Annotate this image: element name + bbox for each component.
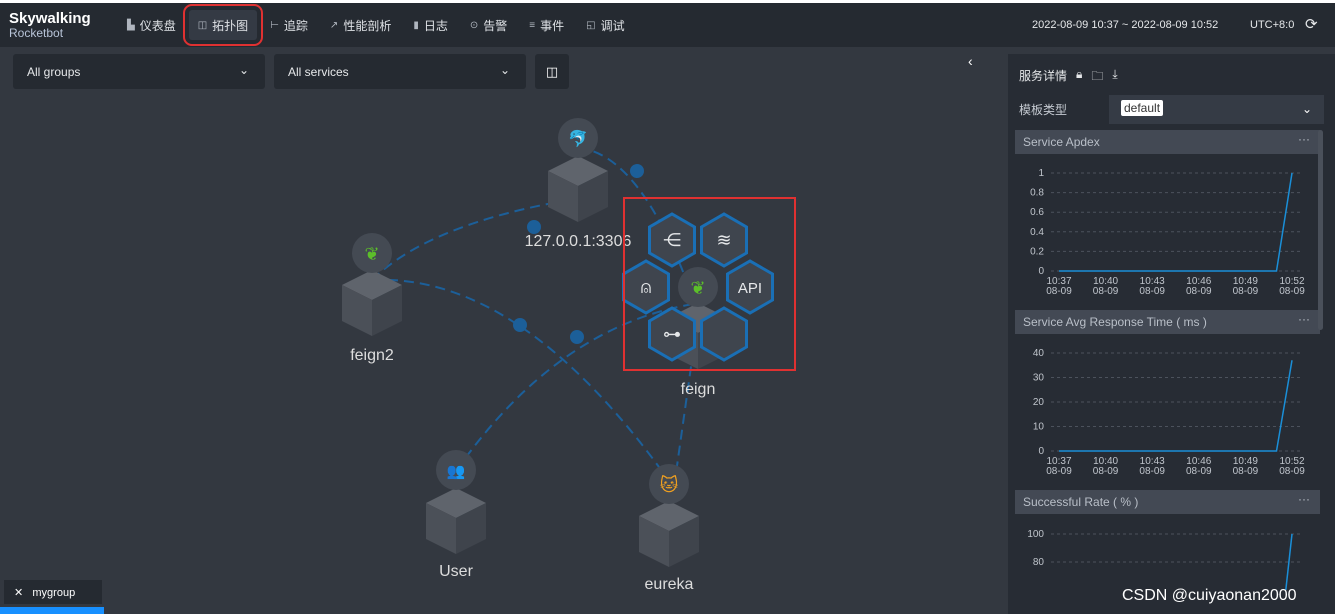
timezone[interactable]: UTC+8:0 <box>1250 19 1294 31</box>
group-tag[interactable]: ✕ mygroup <box>4 580 102 604</box>
y-tick-label: 20 <box>1033 397 1045 408</box>
y-tick-label: 0.6 <box>1030 207 1044 218</box>
edge-point[interactable] <box>513 318 527 332</box>
x-tick-label: 08-09 <box>1233 466 1259 477</box>
x-tick-label: 08-09 <box>1093 466 1119 477</box>
topology-graph[interactable]: 🐬 127.0.0.1:3306 ❦ feign2 feign 👥 User 🐱 eur… <box>0 3 1000 614</box>
x-tick-label: 08-09 <box>1186 466 1212 477</box>
node-eureka[interactable]: 🐱 eureka <box>639 464 699 593</box>
chart-header: Service Avg Response Time ( ms ) ··· <box>1015 310 1320 334</box>
chart-header: Service Apdex ··· <box>1015 130 1320 154</box>
y-tick-label: 30 <box>1033 373 1045 384</box>
close-icon[interactable]: ✕ <box>14 587 23 599</box>
y-tick-label: 100 <box>1027 529 1044 540</box>
template-value: default <box>1121 100 1164 116</box>
x-tick-label: 08-09 <box>1046 286 1072 297</box>
chart-title: Service Avg Response Time ( ms ) <box>1023 315 1207 329</box>
series-line <box>1059 360 1293 452</box>
chevron-down-icon: ⌄ <box>1301 102 1312 116</box>
refresh-icon[interactable]: ⟳ <box>1305 15 1318 33</box>
x-tick-label: 08-09 <box>1139 466 1165 477</box>
y-tick-label: 40 <box>1033 348 1045 359</box>
watermark: CSDN @cuiyaonan2000 <box>1122 587 1297 604</box>
edge-point[interactable] <box>570 330 584 344</box>
more-icon[interactable]: ··· <box>1298 312 1310 326</box>
edge-point[interactable] <box>630 164 644 178</box>
y-tick-label: 0 <box>1038 446 1044 457</box>
x-tick-label: 08-09 <box>1046 466 1072 477</box>
x-tick-label: 08-09 <box>1233 286 1259 297</box>
service-detail-panel: 服务详情 🔒︎ 🗀 ⤓ 模板类型 default ⌄ Service Apdex ··· 0… <box>1008 54 1335 614</box>
highlight-box <box>623 197 796 371</box>
node-mysql[interactable]: 🐬 127.0.0.1:3306 <box>525 118 632 250</box>
node-user[interactable]: 👥 User <box>426 450 486 580</box>
node-feign2[interactable]: ❦ feign2 <box>342 233 402 364</box>
x-tick-label: 08-09 <box>1186 286 1212 297</box>
chart-title: Successful Rate ( % ) <box>1023 495 1139 509</box>
series-line <box>1059 172 1293 272</box>
node-label: feign2 <box>350 347 394 364</box>
more-icon[interactable]: ··· <box>1298 132 1310 146</box>
app: Skywalking Rocketbot ▙ 仪表盘 ◫ 拓扑图 ⊢ 追踪 ↗ 性能剖析 ▮ 日志 ⊙… <box>0 3 1335 614</box>
panel-title: 服务详情 <box>1019 69 1068 83</box>
x-tick-label: 08-09 <box>1279 286 1305 297</box>
line-chart: 01020304010:3708-0910:4008-0910:4308-091… <box>1033 348 1305 477</box>
y-tick-label: 10 <box>1033 422 1045 433</box>
edge-point[interactable] <box>527 220 541 234</box>
group-bar <box>0 607 104 614</box>
group-tag-label: mygroup <box>32 587 76 599</box>
template-select[interactable]: default ⌄ <box>1109 95 1324 124</box>
node-label: User <box>439 563 473 580</box>
template-label: 模板类型 <box>1019 103 1068 117</box>
folder-icon[interactable]: 🗀 <box>1091 67 1103 88</box>
more-icon[interactable]: ··· <box>1298 492 1310 506</box>
node-label: feign <box>681 381 716 398</box>
chart-header: Successful Rate ( % ) ··· <box>1015 490 1320 514</box>
chart-title: Service Apdex <box>1023 135 1100 149</box>
users-icon: 👥 <box>447 463 466 480</box>
y-tick-label: 80 <box>1033 557 1045 568</box>
node-label: eureka <box>645 576 694 593</box>
line-chart: 00.20.40.60.8110:3708-0910:4008-0910:430… <box>1030 168 1305 297</box>
x-tick-label: 08-09 <box>1279 466 1305 477</box>
x-tick-label: 08-09 <box>1139 286 1165 297</box>
y-tick-label: 0 <box>1038 266 1044 277</box>
y-tick-label: 1 <box>1038 168 1044 179</box>
mysql-icon: 🐬 <box>568 129 588 148</box>
line-chart: 80 100 <box>1027 529 1300 590</box>
y-tick-label: 0.2 <box>1030 246 1044 257</box>
x-tick-label: 08-09 <box>1093 286 1119 297</box>
panel-scrollbar[interactable] <box>1318 130 1323 330</box>
node-label: 127.0.0.1:3306 <box>525 233 632 250</box>
tomcat-icon: 🐱 <box>660 474 679 495</box>
y-tick-label: 0.4 <box>1030 227 1044 238</box>
time-range[interactable]: 2022-08-09 10:37 ~ 2022-08-09 10:52 <box>1032 19 1218 31</box>
y-tick-label: 0.8 <box>1030 188 1044 199</box>
download-icon[interactable]: ⤓ <box>1112 67 1117 88</box>
spring-icon: ❦ <box>364 244 379 264</box>
lock-icon[interactable]: 🔒︎ <box>1076 67 1082 88</box>
